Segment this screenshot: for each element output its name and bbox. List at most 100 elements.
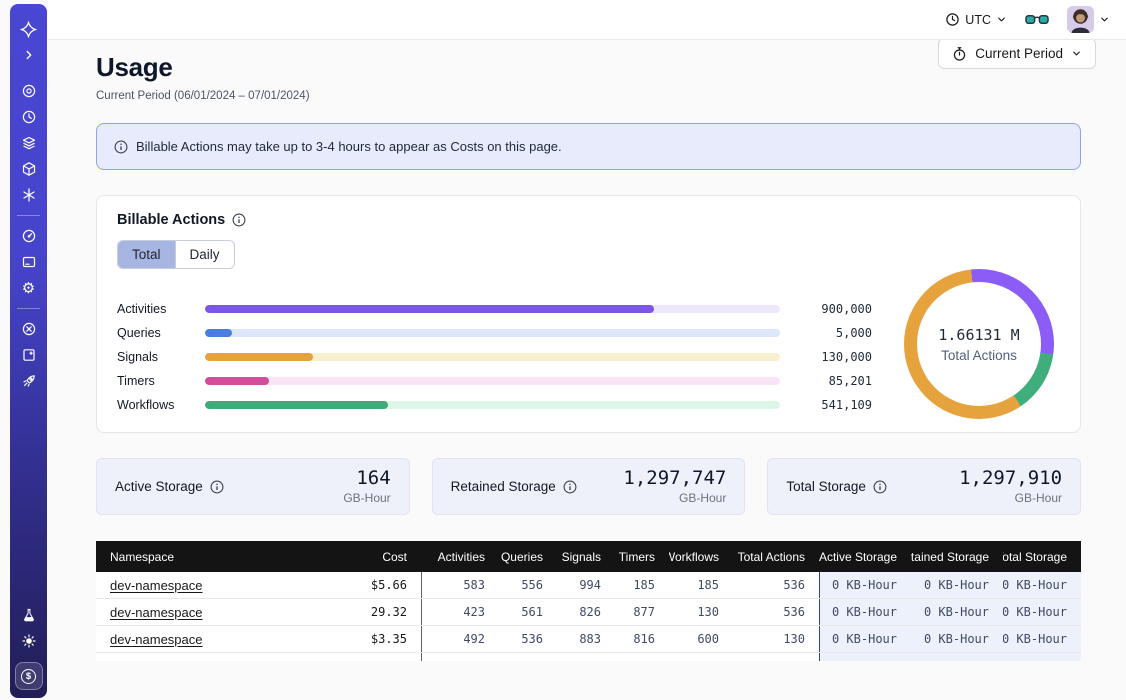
star-logo-icon[interactable] bbox=[15, 16, 43, 42]
bar-row-queries: Queries 5,000 bbox=[117, 321, 872, 345]
info-icon[interactable] bbox=[563, 480, 577, 494]
activities-cell: 583 bbox=[421, 572, 499, 598]
account-menu[interactable] bbox=[1067, 6, 1110, 33]
total-storage-cell: 0 KB-Hour bbox=[1003, 626, 1081, 652]
info-icon[interactable] bbox=[210, 480, 224, 494]
layers-icon[interactable] bbox=[15, 130, 43, 156]
clock-icon[interactable] bbox=[15, 104, 43, 130]
signals-cell: 826 bbox=[557, 599, 615, 625]
col-active-storage: Active Storage bbox=[819, 541, 911, 572]
col-activities: Activities bbox=[421, 541, 499, 572]
col-retained-storage: Retained Storage bbox=[911, 541, 1003, 572]
main-content: Usage Current Period (06/01/2024 – 07/01… bbox=[48, 0, 1126, 661]
bar-row-timers: Timers 85,201 bbox=[117, 369, 872, 393]
cost-cell: 29.32 bbox=[337, 599, 421, 625]
activities-cell: 492 bbox=[421, 626, 499, 652]
bar-value: 130,000 bbox=[780, 350, 872, 364]
active-storage-card: Active Storage 164 GB-Hour bbox=[96, 458, 410, 515]
cost-cell: $5.66 bbox=[337, 572, 421, 598]
bar-label: Queries bbox=[117, 326, 205, 340]
bar-track bbox=[205, 353, 780, 361]
storage-card-value: 1,297,910 bbox=[959, 468, 1062, 489]
active-storage-cell: 0 KB-Hour bbox=[819, 572, 911, 598]
donut-center: 1.66131 M Total Actions bbox=[917, 282, 1041, 406]
billable-actions-chart: Activities 900,000 Queries 5,000 Signals… bbox=[117, 285, 1060, 419]
col-queries: Queries bbox=[499, 541, 557, 572]
total-storage-cell: 0 KB-Hour bbox=[1003, 599, 1081, 625]
total-storage-cell: 0 KB-Hour bbox=[1003, 572, 1081, 598]
gear-icon[interactable]: ⚙ bbox=[15, 275, 43, 301]
flask-icon[interactable] bbox=[15, 602, 43, 628]
cost-cell: $3.35 bbox=[337, 626, 421, 652]
circle-x-icon[interactable] bbox=[15, 316, 43, 342]
bar-fill bbox=[205, 401, 388, 409]
tab-daily[interactable]: Daily bbox=[175, 241, 234, 268]
table-row: dev-namespace $3.35 492 536 883 816 600 … bbox=[96, 626, 1081, 653]
page-subtitle: Current Period (06/01/2024 – 07/01/2024) bbox=[96, 90, 1081, 102]
storage-card-label: Retained Storage bbox=[451, 479, 556, 494]
signals-cell: 883 bbox=[557, 626, 615, 652]
table-header-row: Namespace Cost Activities Queries Signal… bbox=[96, 541, 1081, 572]
asterisk-icon[interactable] bbox=[15, 182, 43, 208]
timers-cell: 185 bbox=[615, 572, 669, 598]
sidebar-divider bbox=[17, 215, 40, 216]
bar-row-activities: Activities 900,000 bbox=[117, 297, 872, 321]
cube-icon[interactable] bbox=[15, 156, 43, 182]
sidebar-nav: ⚙ $ bbox=[10, 4, 47, 698]
gauge-icon[interactable] bbox=[15, 223, 43, 249]
browser-card-icon[interactable] bbox=[15, 249, 43, 275]
col-total-actions: Total Actions bbox=[733, 541, 819, 572]
queries-cell: 556 bbox=[499, 572, 557, 598]
donut-total-value: 1.66131 M bbox=[938, 326, 1019, 344]
clock-icon bbox=[945, 12, 960, 27]
bar-fill bbox=[205, 353, 313, 361]
col-workflows: Workflows bbox=[669, 541, 733, 572]
glasses-icon[interactable] bbox=[1025, 13, 1049, 26]
col-total-storage: Total Storage bbox=[1003, 541, 1081, 572]
total-actions-donut: 1.66131 M Total Actions bbox=[904, 269, 1054, 419]
bar-label: Workflows bbox=[117, 398, 205, 412]
timezone-selector[interactable]: UTC bbox=[945, 12, 1007, 27]
total-storage-card: Total Storage 1,297,910 GB-Hour bbox=[767, 458, 1081, 515]
total-actions-cell: 130 bbox=[733, 626, 819, 652]
tab-total[interactable]: Total bbox=[118, 241, 175, 268]
period-button-label: Current Period bbox=[975, 46, 1063, 61]
stopwatch-icon bbox=[952, 46, 967, 62]
book-icon[interactable] bbox=[15, 342, 43, 368]
bar-value: 900,000 bbox=[780, 302, 872, 316]
storage-card-label: Total Storage bbox=[786, 479, 866, 494]
retained-storage-card: Retained Storage 1,297,747 GB-Hour bbox=[432, 458, 746, 515]
table-row-partial bbox=[96, 653, 1081, 661]
active-storage-cell: 0 KB-Hour bbox=[819, 626, 911, 652]
table-row: dev-namespace 29.32 423 561 826 877 130 … bbox=[96, 599, 1081, 626]
top-bar: UTC bbox=[48, 0, 1126, 40]
sun-icon[interactable] bbox=[15, 628, 43, 654]
queries-cell: 536 bbox=[499, 626, 557, 652]
bar-track bbox=[205, 305, 780, 313]
namespace-link[interactable]: dev-namespace bbox=[110, 605, 203, 620]
dollar-icon[interactable]: $ bbox=[15, 662, 43, 690]
storage-card-label: Active Storage bbox=[115, 479, 203, 494]
retained-storage-cell: 0 KB-Hour bbox=[911, 626, 1003, 652]
page-title: Usage bbox=[96, 52, 1081, 83]
retained-storage-cell: 0 KB-Hour bbox=[911, 572, 1003, 598]
current-period-dropdown[interactable]: Current Period bbox=[938, 38, 1096, 69]
retained-storage-cell: 0 KB-Hour bbox=[911, 599, 1003, 625]
bar-label: Activities bbox=[117, 302, 205, 316]
info-icon[interactable] bbox=[232, 213, 246, 227]
info-icon[interactable] bbox=[873, 480, 887, 494]
banner-text: Billable Actions may take up to 3-4 hour… bbox=[136, 139, 562, 154]
bar-fill bbox=[205, 329, 232, 337]
namespace-link[interactable]: dev-namespace bbox=[110, 578, 203, 593]
bar-track bbox=[205, 377, 780, 385]
billable-actions-card: Billable Actions Total Daily Activities … bbox=[96, 195, 1081, 433]
chevron-down-icon bbox=[1071, 48, 1082, 59]
chevron-right-icon[interactable] bbox=[15, 42, 43, 68]
namespace-link[interactable]: dev-namespace bbox=[110, 632, 203, 647]
storage-summary-row: Active Storage 164 GB-Hour Retained Stor… bbox=[96, 458, 1081, 515]
rocket-icon[interactable] bbox=[15, 368, 43, 394]
storage-card-value: 1,297,747 bbox=[623, 468, 726, 489]
concentric-circles-icon[interactable] bbox=[15, 78, 43, 104]
storage-card-unit: GB-Hour bbox=[623, 491, 726, 505]
bar-track bbox=[205, 329, 780, 337]
